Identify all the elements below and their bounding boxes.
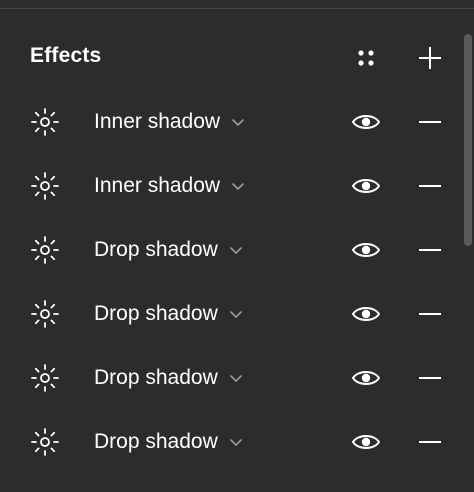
effect-type-label: Drop shadow [94,366,218,389]
remove-effect-button[interactable] [414,106,446,138]
effect-row: Inner shadow [0,90,462,154]
effect-row: Drop shadow [0,410,462,474]
effect-type-dropdown[interactable]: Drop shadow [94,364,244,392]
remove-effect-button[interactable] [414,426,446,458]
effect-type-label: Inner shadow [94,110,221,133]
chevron-down-icon [228,306,244,322]
visibility-eye-icon[interactable] [350,426,382,458]
visibility-eye-icon[interactable] [350,362,382,394]
effect-settings-icon[interactable] [28,169,62,203]
add-effect-button[interactable] [414,42,446,74]
effects-header: Effects [0,30,462,86]
chevron-down-icon [228,370,244,386]
remove-effect-button[interactable] [414,298,446,330]
effect-type-label: Drop shadow [94,238,218,261]
effect-settings-icon[interactable] [28,233,62,267]
remove-effect-button[interactable] [414,234,446,266]
visibility-eye-icon[interactable] [350,106,382,138]
effect-settings-icon[interactable] [28,297,62,331]
effect-row: Drop shadow [0,218,462,282]
scrollbar-thumb[interactable] [464,34,472,246]
top-divider [0,8,474,9]
chevron-down-icon [228,242,244,258]
effect-settings-icon[interactable] [28,105,62,139]
visibility-eye-icon[interactable] [350,298,382,330]
remove-effect-button[interactable] [414,170,446,202]
chevron-down-icon [230,178,246,194]
effect-type-dropdown[interactable]: Inner shadow [94,172,246,200]
chevron-down-icon [228,434,244,450]
effect-type-dropdown[interactable]: Inner shadow [94,108,246,136]
effects-list: Inner shadow Inner shadow Drop shadow Dr… [0,90,462,474]
effect-row: Drop shadow [0,282,462,346]
visibility-eye-icon[interactable] [350,234,382,266]
effect-row: Inner shadow [0,154,462,218]
effect-settings-icon[interactable] [28,361,62,395]
effect-type-dropdown[interactable]: Drop shadow [94,236,244,264]
style-grid-icon[interactable] [350,42,382,74]
remove-effect-button[interactable] [414,362,446,394]
effect-row: Drop shadow [0,346,462,410]
chevron-down-icon [230,114,246,130]
visibility-eye-icon[interactable] [350,170,382,202]
effect-type-dropdown[interactable]: Drop shadow [94,428,244,456]
effect-type-label: Drop shadow [94,430,218,453]
scrollbar[interactable] [462,10,474,492]
effect-type-dropdown[interactable]: Drop shadow [94,300,244,328]
effect-type-label: Drop shadow [94,302,218,325]
effect-settings-icon[interactable] [28,425,62,459]
effects-panel: Effects Inner shadow Inner shadow Drop s… [0,0,474,492]
panel-title: Effects [30,44,102,67]
effect-type-label: Inner shadow [94,174,221,197]
